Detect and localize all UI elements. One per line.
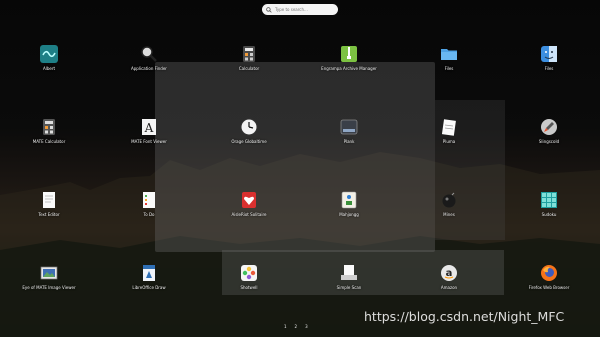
app-label: Albert: [42, 66, 56, 71]
app-label: Simple Scan: [336, 285, 362, 290]
text-editor-icon: [43, 192, 55, 208]
app-files[interactable]: Files: [414, 45, 484, 85]
search-bar[interactable]: [262, 4, 338, 15]
app-label: Mahjongg: [339, 212, 359, 217]
background-window: [155, 62, 435, 252]
svg-text:A: A: [144, 121, 154, 135]
todo-icon: [143, 192, 155, 208]
app-label: MATE Calculator: [32, 139, 66, 144]
image-viewer-icon: [40, 266, 58, 280]
folder-icon: [441, 49, 457, 60]
app-label: Application Finder: [131, 66, 167, 71]
magnifier-icon: [141, 46, 157, 62]
app-slingscold[interactable]: Slingscold: [514, 118, 584, 158]
libreoffice-draw-icon: [143, 265, 155, 281]
app-mate-calculator[interactable]: MATE Calculator: [14, 118, 84, 158]
app-simple-scan[interactable]: Simple Scan: [314, 264, 384, 304]
page-2-button[interactable]: 2: [295, 324, 298, 329]
app-label: Files: [444, 66, 454, 71]
app-mate-font-viewer[interactable]: A MATE Font Viewer: [114, 118, 184, 158]
calculator-icon: [243, 46, 255, 62]
mate-calculator-icon: [43, 119, 55, 135]
app-label: To Do: [143, 212, 155, 217]
app-label: Firefox Web Browser: [528, 285, 570, 290]
app-aisleriot-solitaire[interactable]: AisleRiot Solitaire: [214, 191, 284, 231]
shotwell-icon: [241, 265, 257, 281]
app-plank[interactable]: Plank: [314, 118, 384, 158]
app-label: Plank: [343, 139, 355, 144]
app-orage-globaltime[interactable]: Orage Globaltime: [214, 118, 284, 158]
app-label: AisleRiot Solitaire: [231, 212, 267, 217]
app-label: MATE Font Viewer: [131, 139, 167, 144]
font-viewer-icon: A: [142, 119, 156, 135]
albert-icon: [40, 45, 58, 63]
app-files-finder[interactable]: Files: [514, 45, 584, 85]
pluma-icon: [441, 119, 456, 136]
app-label: Mines: [443, 212, 455, 217]
app-firefox-web-browser[interactable]: Firefox Web Browser: [514, 264, 584, 304]
app-text-editor[interactable]: Text Editor: [14, 191, 84, 231]
app-shotwell[interactable]: Shotwell: [214, 264, 284, 304]
app-label: Engrampa Archive Manager: [321, 66, 377, 71]
clock-icon: [240, 118, 258, 136]
amazon-icon: a: [441, 265, 457, 281]
app-mines[interactable]: Mines: [414, 191, 484, 231]
app-label: Shotwell: [240, 285, 258, 290]
archive-manager-icon: [341, 46, 357, 62]
watermark-text: https://blog.csdn.net/Night_MFC: [364, 309, 565, 324]
app-label: Sudoku: [541, 212, 557, 217]
page-1-button[interactable]: 1: [284, 324, 287, 329]
app-label: Pluma: [442, 139, 456, 144]
app-libreoffice-draw[interactable]: LibreOffice Draw: [114, 264, 184, 304]
plank-icon: [340, 119, 358, 135]
app-albert[interactable]: Albert: [14, 45, 84, 85]
search-icon: [266, 6, 272, 13]
app-amazon[interactable]: a Amazon: [414, 264, 484, 304]
finder-icon: [541, 46, 557, 62]
app-label: Slingscold: [538, 139, 560, 144]
app-to-do[interactable]: To Do: [114, 191, 184, 231]
sudoku-icon: [541, 192, 557, 208]
app-application-finder[interactable]: Application Finder: [114, 45, 184, 85]
page-indicator: 1 2 3: [284, 324, 308, 329]
firefox-icon: [541, 265, 557, 281]
app-engrampa-archive-manager[interactable]: Engrampa Archive Manager: [314, 45, 384, 85]
app-label: Text Editor: [38, 212, 60, 217]
solitaire-icon: [242, 192, 256, 208]
app-mahjongg[interactable]: Mahjongg: [314, 191, 384, 231]
app-eye-of-mate-image-viewer[interactable]: Eye of MATE Image Viewer: [14, 264, 84, 304]
scanner-icon: [341, 265, 357, 280]
app-label: Amazon: [440, 285, 458, 290]
app-calculator[interactable]: Calculator: [214, 45, 284, 85]
app-label: Eye of MATE Image Viewer: [22, 285, 76, 290]
app-pluma[interactable]: Pluma: [414, 118, 484, 158]
mines-icon: [442, 192, 456, 208]
app-label: Orage Globaltime: [231, 139, 267, 144]
rocket-icon: [541, 119, 557, 135]
app-label: LibreOffice Draw: [132, 285, 166, 290]
app-sudoku[interactable]: Sudoku: [514, 191, 584, 231]
app-label: Files: [544, 66, 554, 71]
mahjongg-icon: [341, 191, 357, 209]
app-label: Calculator: [238, 66, 260, 71]
search-input[interactable]: [275, 5, 335, 14]
page-3-button[interactable]: 3: [305, 324, 308, 329]
